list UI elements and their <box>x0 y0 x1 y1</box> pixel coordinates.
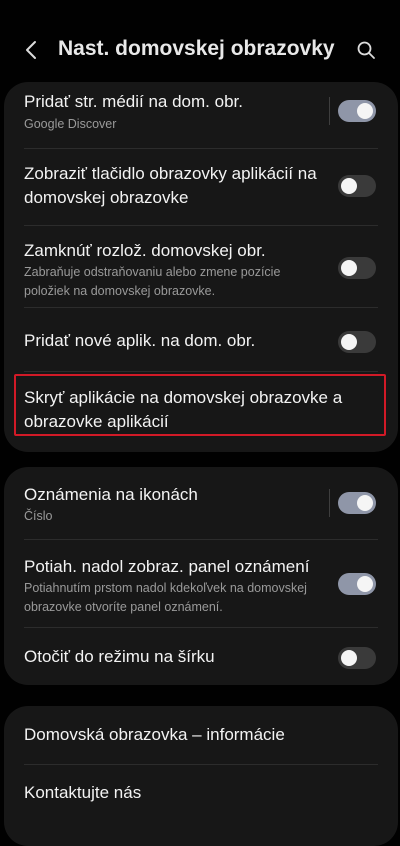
toggle-switch[interactable] <box>338 175 376 197</box>
setting-item-contact-us[interactable]: Kontaktujte nás <box>4 765 398 825</box>
setting-title: Oznámenia na ikonách <box>24 485 198 504</box>
chevron-left-icon <box>26 41 36 59</box>
setting-title: Pridať nové aplik. na dom. obr. <box>24 331 256 350</box>
toggle-switch[interactable] <box>338 331 376 353</box>
search-button[interactable] <box>352 36 380 64</box>
toggle-switch[interactable] <box>338 100 376 122</box>
setting-title: Potiah. nadol zobraz. panel oznámení <box>24 557 310 576</box>
setting-item-swipe-down-panel[interactable]: Potiah. nadol zobraz. panel oznámení Pot… <box>4 540 398 626</box>
toggle-switch[interactable] <box>338 257 376 279</box>
setting-subtitle: Číslo <box>24 509 53 523</box>
toggle-knob <box>341 334 357 350</box>
highlight-box <box>14 374 386 436</box>
toggle-switch[interactable] <box>338 647 376 669</box>
setting-item-show-apps-button[interactable]: Zobraziť tlačidlo obrazovky aplikácií na… <box>4 149 398 224</box>
settings-group-home-layout: Pridať str. médií na dom. obr. Google Di… <box>4 82 398 452</box>
setting-item-lock-layout[interactable]: Zamknúť rozlož. domovskej obr. Zabraňuje… <box>4 226 398 306</box>
setting-item-add-media-page[interactable]: Pridať str. médií na dom. obr. Google Di… <box>4 82 398 146</box>
setting-title: Zobraziť tlačidlo obrazovky aplikácií na… <box>24 164 317 207</box>
toggle-switch[interactable] <box>338 492 376 514</box>
toggle-knob <box>357 576 373 592</box>
setting-title: Pridať str. médií na dom. obr. <box>24 92 243 111</box>
settings-group-info: Domovská obrazovka – informácie Kontaktu… <box>4 706 398 846</box>
app-bar: Nast. domovskej obrazovky <box>0 24 400 76</box>
setting-subtitle: Google Discover <box>24 117 117 131</box>
setting-item-about-home[interactable]: Domovská obrazovka – informácie <box>4 706 398 764</box>
setting-title: Otočiť do režimu na šírku <box>24 647 215 666</box>
setting-item-add-new-apps[interactable]: Pridať nové aplik. na dom. obr. <box>4 308 398 370</box>
toggle-knob <box>341 260 357 276</box>
setting-title: Kontaktujte nás <box>24 783 142 802</box>
toggle-switch[interactable] <box>338 573 376 595</box>
toggle-knob <box>357 103 373 119</box>
setting-title: Domovská obrazovka – informácie <box>24 725 285 744</box>
toggle-knob <box>341 178 357 194</box>
setting-title: Zamknúť rozlož. domovskej obr. <box>24 241 266 260</box>
setting-subtitle: Zabraňuje odstraňovaniu alebo zmene pozí… <box>24 265 281 298</box>
toggle-knob <box>357 495 373 511</box>
search-icon <box>357 41 375 59</box>
vertical-separator <box>329 489 330 517</box>
back-button[interactable] <box>18 36 46 64</box>
setting-item-rotate-landscape[interactable]: Otočiť do režimu na šírku <box>4 628 398 685</box>
setting-subtitle: Potiahnutím prstom nadol kdekoľvek na do… <box>24 581 307 614</box>
vertical-separator <box>329 97 330 125</box>
settings-group-notifications: Oznámenia na ikonách Číslo Potiah. nadol… <box>4 467 398 685</box>
toggle-knob <box>341 650 357 666</box>
page-title: Nast. domovskej obrazovky <box>58 37 335 60</box>
setting-item-icon-badges[interactable]: Oznámenia na ikonách Číslo <box>4 467 398 533</box>
